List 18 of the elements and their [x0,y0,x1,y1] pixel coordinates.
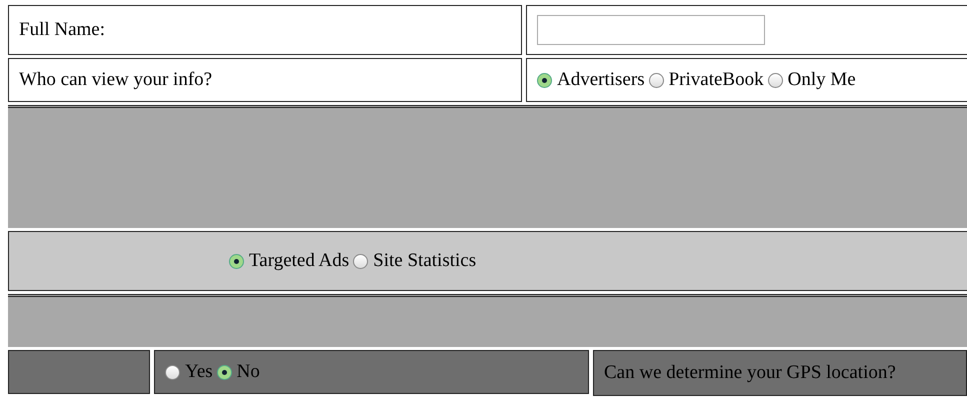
radio-button[interactable] [353,254,368,268]
question-cell: Can we determine your GPS location? [593,350,967,396]
radio-button[interactable] [216,364,232,380]
radio-option[interactable]: PrivateBook [648,69,764,91]
question-cell: Who can view your info? [8,58,522,102]
radio-option[interactable]: No [216,361,260,383]
radio-option[interactable]: Only Me [768,69,856,91]
radio-button[interactable] [537,72,552,88]
radio-option[interactable]: Advertisers [537,69,645,91]
radio-option[interactable]: Site Statistics [353,250,476,272]
radio-button[interactable] [648,72,664,88]
name-input-field[interactable] [537,15,765,45]
radio-button[interactable] [165,364,180,380]
radio-option[interactable]: Targeted Ads [229,250,350,272]
radio-option[interactable]: Yes [165,361,213,383]
radio-button[interactable] [768,72,783,88]
label-cell: Full Name: [8,5,522,55]
radio-button[interactable] [229,254,244,268]
